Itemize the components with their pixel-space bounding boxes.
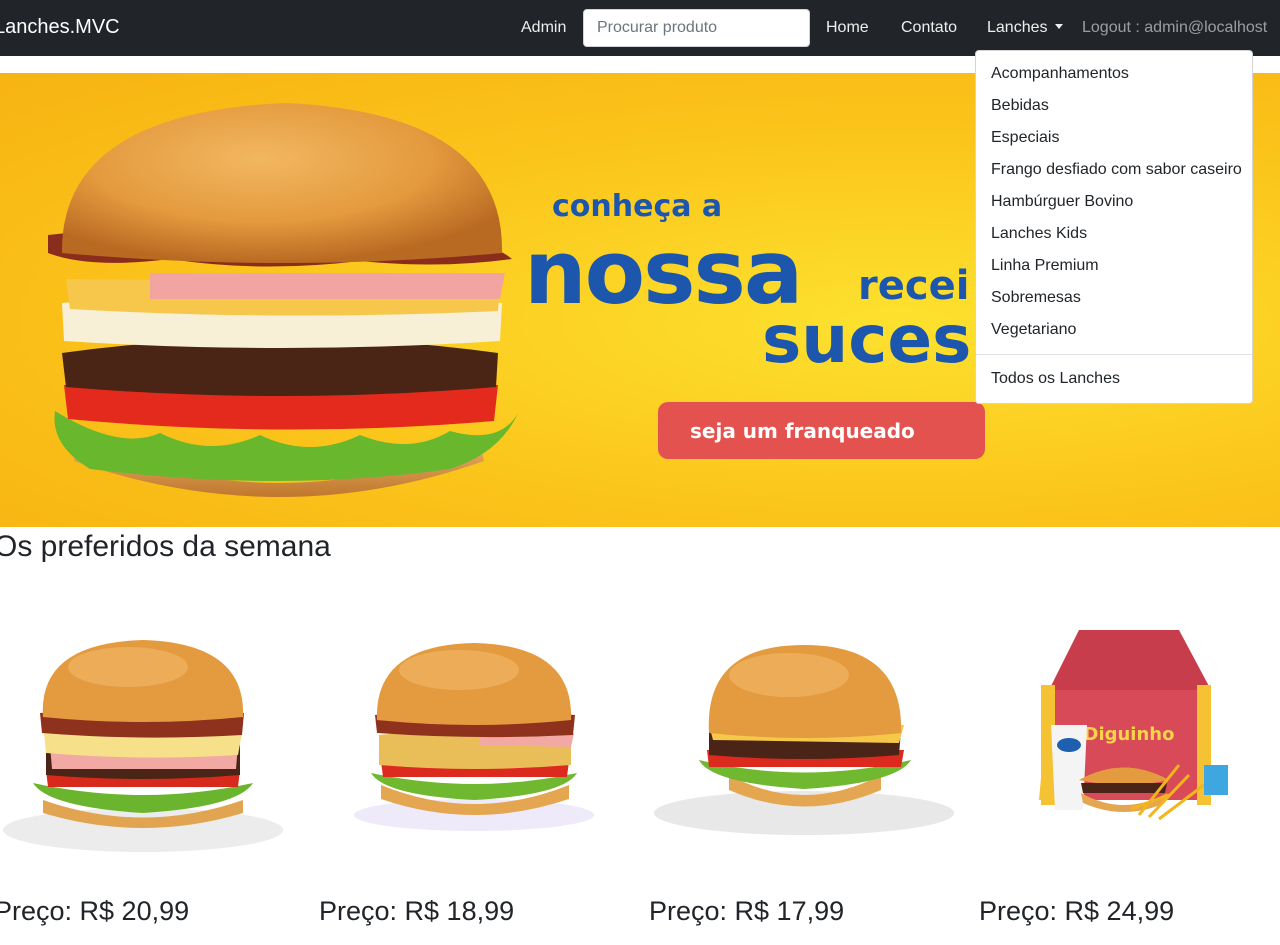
nav-home-link[interactable]: Home <box>826 19 869 37</box>
dropdown-item-hamburguer-bovino[interactable]: Hambúrguer Bovino <box>976 187 1252 219</box>
product-card: Preço: R$ 17,99 <box>649 585 956 945</box>
burger-chicken-image[interactable] <box>319 585 626 875</box>
dropdown-divider <box>976 354 1252 355</box>
kids-combo-image[interactable]: Diguinho <box>979 585 1280 875</box>
nav-contato-link[interactable]: Contato <box>901 19 957 37</box>
product-card: Preço: R$ 20,99 <box>0 585 295 945</box>
nav-admin-link[interactable]: Admin <box>521 19 566 37</box>
nav-logout-link[interactable]: Logout : admin@localhost <box>1082 19 1267 37</box>
burger-classic-image[interactable] <box>649 585 956 875</box>
banner-heading-line2: nossa <box>524 221 803 324</box>
dropdown-item-todos-lanches[interactable]: Todos os Lanches <box>976 364 1252 396</box>
combo-box-text: Diguinho <box>1084 724 1175 745</box>
dropdown-item-sobremesas[interactable]: Sobremesas <box>976 283 1252 315</box>
section-title: Os preferidos da semana <box>0 530 331 563</box>
product-card: Preço: R$ 18,99 <box>319 585 626 945</box>
dropdown-item-frango-desfiado[interactable]: Frango desfiado com sabor caseiro <box>976 155 1252 187</box>
lanches-dropdown-menu: Acompanhamentos Bebidas Especiais Frango… <box>975 50 1253 404</box>
nav-lanches-label: Lanches <box>987 19 1048 36</box>
product-price: Preço: R$ 18,99 <box>319 896 515 926</box>
dropdown-item-vegetariano[interactable]: Vegetariano <box>976 315 1252 347</box>
search-input[interactable] <box>583 9 810 47</box>
banner-heading-line1: conheça a <box>552 189 723 224</box>
product-card: Diguinho Preço: R$ 24,99 <box>979 585 1280 945</box>
dropdown-item-acompanhamentos[interactable]: Acompanhamentos <box>976 59 1252 91</box>
franchise-button[interactable]: seja um franqueado <box>658 402 985 459</box>
dropdown-item-linha-premium[interactable]: Linha Premium <box>976 251 1252 283</box>
product-price: Preço: R$ 17,99 <box>649 896 845 926</box>
dropdown-item-bebidas[interactable]: Bebidas <box>976 91 1252 123</box>
banner-heading-line4: suces <box>762 301 972 378</box>
product-price: Preço: R$ 24,99 <box>979 896 1175 926</box>
chevron-down-icon <box>1054 24 1063 29</box>
dropdown-item-especiais[interactable]: Especiais <box>976 123 1252 155</box>
product-price: Preço: R$ 20,99 <box>0 896 190 926</box>
burger-bacon-egg-image[interactable] <box>0 585 295 875</box>
brand-link[interactable]: Lanches.MVC <box>0 16 120 39</box>
top-navbar: Lanches.MVC Admin Home Contato Lanches L… <box>0 0 1280 56</box>
hero-burger-image <box>48 103 518 497</box>
dropdown-item-lanches-kids[interactable]: Lanches Kids <box>976 219 1252 251</box>
nav-lanches-dropdown-toggle[interactable]: Lanches <box>987 19 1063 37</box>
